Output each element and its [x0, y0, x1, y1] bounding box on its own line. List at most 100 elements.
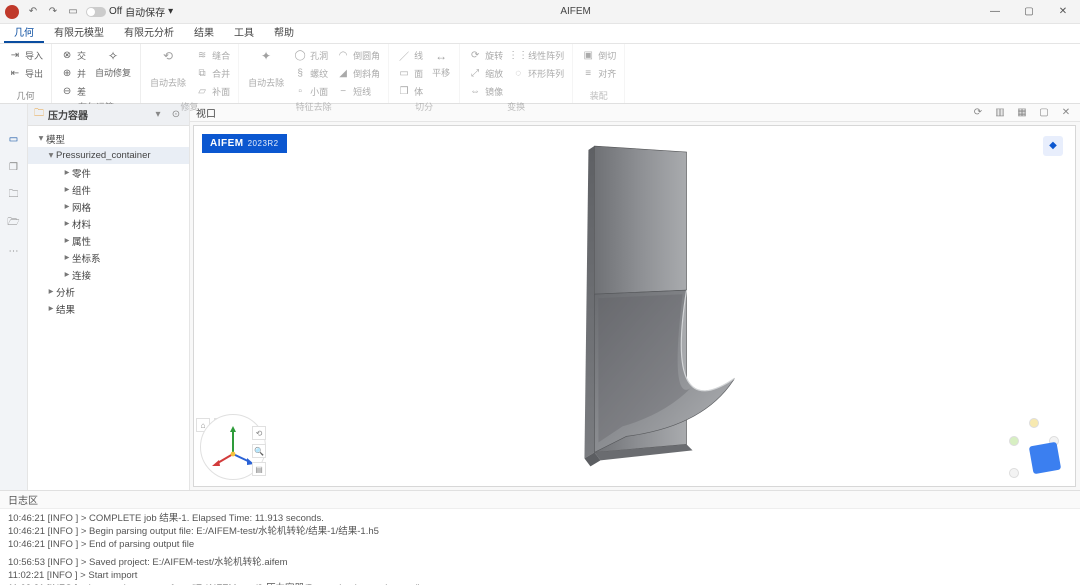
viewport-close-icon[interactable]: ✕ — [1058, 104, 1074, 120]
viewport-max-icon[interactable]: ▢ — [1036, 104, 1052, 120]
holes-button[interactable]: ◯孔洞 — [291, 46, 330, 64]
left-icon-bar: ▭ ❒ 🗀 🗁 ⋯ — [0, 104, 28, 490]
tree-node-components[interactable]: ▸组件 — [28, 181, 189, 198]
viewport-3d[interactable]: AIFEM 2023R2 ◆ — [193, 125, 1076, 487]
align-button[interactable]: ≡对齐 — [579, 64, 618, 82]
split-face-button[interactable]: ▭面 — [395, 64, 425, 82]
group-title-assembly: 装配 — [579, 89, 618, 103]
folder-icon: 🗀 — [34, 106, 44, 123]
ribbon-group-boolean: ⊗交 ⊕并 ⊖差 ✧自动修复 布尔运算 — [52, 44, 141, 103]
split-line-button[interactable]: ／线 — [395, 46, 425, 64]
tree-node-csys[interactable]: ▸坐标系 — [28, 249, 189, 266]
circular-pattern-button[interactable]: ◌环形阵列 — [509, 64, 566, 82]
scale-button[interactable]: ⤢缩放 — [466, 64, 505, 82]
tree-node-parts[interactable]: ▸零件 — [28, 164, 189, 181]
autosave-toggle[interactable]: Off 自动保存 ▾ — [86, 4, 173, 19]
viewcube-cube-icon[interactable] — [1029, 442, 1061, 474]
fillet-button[interactable]: ◠倒圆角 — [334, 46, 382, 64]
defeature-button[interactable]: ✦自动去除 — [245, 46, 287, 90]
tree-node-mesh[interactable]: ▸网格 — [28, 198, 189, 215]
tree-node-container[interactable]: ▾Pressurized_container — [28, 147, 189, 164]
intersect-button[interactable]: ⊗交 — [58, 46, 88, 64]
project-title: 压力容器 — [48, 107, 147, 122]
split-body-button[interactable]: ❒体 — [395, 82, 425, 100]
translate-button[interactable]: ↔平移 — [429, 46, 453, 80]
group-title-transform: 变换 — [466, 100, 566, 114]
auto-repair-button[interactable]: ✧自动修复 — [92, 46, 134, 80]
log-line: 10:46:21 [INFO ] > End of parsing output… — [8, 539, 1072, 552]
tab-fe-model[interactable]: 有限元模型 — [44, 22, 114, 43]
group-title-repair: 修复 — [147, 100, 232, 114]
model-tree: ▾模型 ▾Pressurized_container ▸零件 ▸组件 ▸网格 ▸… — [28, 126, 189, 321]
auto-remove-button[interactable]: ⟲自动去除 — [147, 46, 189, 90]
chamfer-button[interactable]: ◢倒斜角 — [334, 64, 382, 82]
small-faces-button[interactable]: ▫小面 — [291, 82, 330, 100]
viewcube-left-icon[interactable] — [1009, 436, 1019, 446]
tab-tools[interactable]: 工具 — [224, 22, 264, 43]
ribbon-group-geometry: ⇥导入 ⇤导出 几何 — [0, 44, 52, 103]
export-button[interactable]: ⇤导出 — [6, 64, 45, 82]
sidebar-tab-settings-icon[interactable]: ⋯ — [5, 242, 23, 260]
triad-section-icon[interactable]: ▤ — [252, 462, 266, 476]
subtract-button[interactable]: ⊖差 — [58, 82, 88, 100]
cutout-button[interactable]: ▣倒切 — [579, 46, 618, 64]
ribbon: ⇥导入 ⇤导出 几何 ⊗交 ⊕并 ⊖差 ✧自动修复 布尔运算 ⟲自动去除 ≋缝合… — [0, 44, 1080, 104]
union-button[interactable]: ⊕并 — [58, 64, 88, 82]
tab-geometry[interactable]: 几何 — [4, 22, 44, 43]
tree-node-properties[interactable]: ▸属性 — [28, 232, 189, 249]
viewcube-front-icon[interactable] — [1009, 468, 1019, 478]
log-line: 10:46:21 [INFO ] > Begin parsing output … — [8, 526, 1072, 539]
tab-results[interactable]: 结果 — [184, 22, 224, 43]
title-bar: ↶ ↷ ▭ Off 自动保存 ▾ AIFEM — ▢ ✕ — [0, 0, 1080, 24]
viewport-split-icon[interactable]: ▥ — [992, 104, 1008, 120]
tree-node-model[interactable]: ▾模型 — [28, 130, 189, 147]
tree-node-result[interactable]: ▸结果 — [28, 300, 189, 317]
sidebar-tab-folder-icon[interactable]: 🗀 — [5, 186, 23, 204]
group-title-geometry: 几何 — [6, 89, 45, 103]
sidebar-tab-open-icon[interactable]: 🗁 — [5, 214, 23, 232]
patch-button[interactable]: ▱补面 — [193, 82, 232, 100]
triad-rotate-icon[interactable]: ⟲ — [252, 426, 266, 440]
tree-node-connections[interactable]: ▸连接 — [28, 266, 189, 283]
redo-button[interactable]: ↷ — [46, 5, 60, 19]
sew-button[interactable]: ≋缝合 — [193, 46, 232, 64]
tab-help[interactable]: 帮助 — [264, 22, 304, 43]
brand-name: AIFEM — [210, 138, 244, 149]
model-tree-panel: 🗀 压力容器 ▾ ⊙ ▾模型 ▾Pressurized_container ▸零… — [28, 104, 190, 490]
model-render — [194, 126, 1075, 486]
merge-button[interactable]: ⧉合并 — [193, 64, 232, 82]
mirror-button[interactable]: ⇔镜像 — [466, 82, 505, 100]
log-line: 11:02:21 [INFO ] > Start import — [8, 570, 1072, 583]
tree-node-analysis[interactable]: ▸分析 — [28, 283, 189, 300]
log-title: 日志区 — [0, 491, 1080, 509]
ribbon-group-defeature: ✦自动去除 ◯孔洞 §螺纹 ▫小面 ◠倒圆角 ◢倒斜角 −短线 特征去除 — [239, 44, 389, 103]
minimize-button[interactable]: — — [978, 0, 1012, 24]
sidebar-tab-cube-icon[interactable]: ❒ — [5, 158, 23, 176]
selection-mode-icon[interactable]: ◆ — [1043, 136, 1063, 156]
import-button[interactable]: ⇥导入 — [6, 46, 45, 64]
rotate-button[interactable]: ⟳旋转 — [466, 46, 505, 64]
view-cube[interactable] — [995, 418, 1065, 478]
viewcube-top-icon[interactable] — [1029, 418, 1039, 428]
tab-fe-analysis[interactable]: 有限元分析 — [114, 22, 184, 43]
linear-pattern-button[interactable]: ⋮⋮线性阵列 — [509, 46, 566, 64]
undo-button[interactable]: ↶ — [26, 5, 40, 19]
save-button[interactable]: ▭ — [66, 5, 80, 19]
maximize-button[interactable]: ▢ — [1012, 0, 1046, 24]
log-body[interactable]: 10:46:21 [INFO ] > COMPLETE job 结果-1. El… — [0, 509, 1080, 585]
tree-node-materials[interactable]: ▸材料 — [28, 215, 189, 232]
threads-button[interactable]: §螺纹 — [291, 64, 330, 82]
group-title-defeature: 特征去除 — [245, 100, 382, 114]
autosave-state: Off — [109, 6, 122, 17]
viewport-refresh-icon[interactable]: ⟳ — [970, 104, 986, 120]
viewport-area: 视口 ⟳ ▥ ▦ ▢ ✕ AIFEM 2023R2 ◆ — [190, 104, 1080, 490]
ribbon-tabs: 几何 有限元模型 有限元分析 结果 工具 帮助 — [0, 24, 1080, 44]
brand-version: 2023R2 — [248, 139, 279, 148]
log-line: 10:56:53 [INFO ] > Saved project: E:/AIF… — [8, 557, 1072, 570]
triad-zoom-icon[interactable]: 🔍 — [252, 444, 266, 458]
short-edges-button[interactable]: −短线 — [334, 82, 382, 100]
sidebar-tab-model-icon[interactable]: ▭ — [5, 130, 23, 148]
close-button[interactable]: ✕ — [1046, 0, 1080, 24]
triad-side-toolbar: ⟲ 🔍 ▤ — [252, 426, 266, 476]
viewport-grid-icon[interactable]: ▦ — [1014, 104, 1030, 120]
